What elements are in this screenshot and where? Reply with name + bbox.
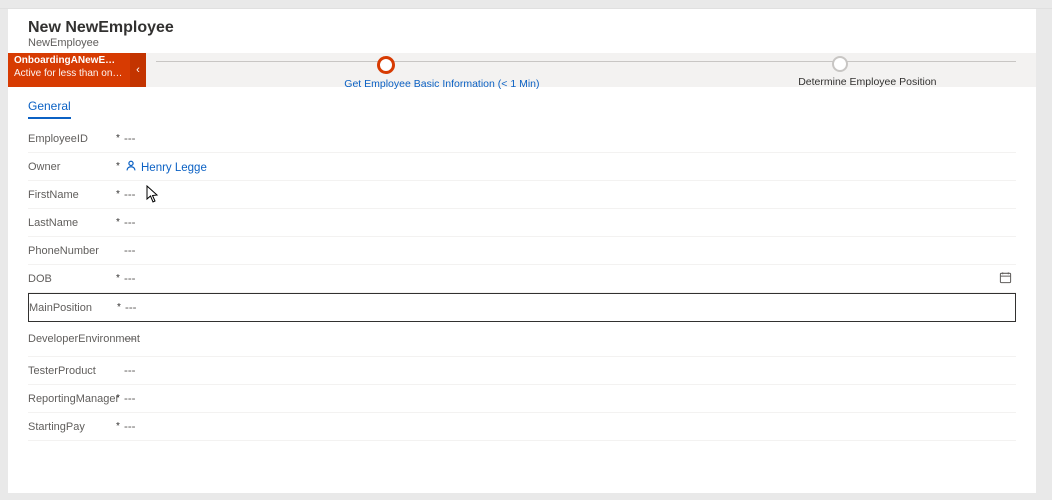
field-starting-pay[interactable]: StartingPay * --- bbox=[28, 413, 1016, 441]
field-label: LastName bbox=[28, 217, 112, 229]
stage-dot-icon bbox=[832, 56, 848, 72]
required-marker: * bbox=[113, 302, 125, 313]
field-label: EmployeeID bbox=[28, 133, 112, 145]
field-value[interactable]: --- bbox=[125, 302, 1015, 314]
stage-label: Get Employee Basic Information (< 1 Min) bbox=[344, 78, 428, 90]
field-value[interactable]: --- bbox=[124, 273, 1016, 285]
field-value[interactable]: --- bbox=[124, 133, 1016, 145]
field-phone-number[interactable]: PhoneNumber --- bbox=[28, 237, 1016, 265]
field-label: StartingPay bbox=[28, 421, 112, 433]
field-value[interactable]: --- bbox=[124, 189, 1016, 201]
bpf-chip-subtitle: Active for less than one mi… bbox=[14, 68, 124, 81]
field-label: MainPosition bbox=[29, 302, 113, 314]
entity-name: NewEmployee bbox=[28, 37, 1016, 49]
calendar-icon[interactable] bbox=[999, 271, 1012, 287]
field-label: ReportingManager bbox=[28, 393, 112, 405]
bpf-track-line bbox=[156, 61, 1016, 62]
required-marker: * bbox=[112, 217, 124, 228]
field-value[interactable]: --- bbox=[124, 245, 1016, 257]
business-process-flow: OnboardingANewEmplo… Active for less tha… bbox=[8, 53, 1036, 87]
app-top-strip bbox=[0, 0, 1052, 9]
field-label: DOB bbox=[28, 273, 112, 285]
field-dob[interactable]: DOB * --- bbox=[28, 265, 1016, 293]
required-marker: * bbox=[112, 161, 124, 172]
field-value[interactable]: --- bbox=[124, 333, 1016, 345]
tab-general[interactable]: General bbox=[28, 95, 71, 119]
field-employee-id[interactable]: EmployeeID * --- bbox=[28, 125, 1016, 153]
field-owner[interactable]: Owner * Henry Legge bbox=[28, 153, 1016, 181]
field-label: DeveloperEnvironment bbox=[28, 333, 112, 346]
field-label: TesterProduct bbox=[28, 365, 112, 377]
bpf-track: Get Employee Basic Information (< 1 Min)… bbox=[146, 53, 1036, 87]
field-main-position[interactable]: MainPosition * --- bbox=[28, 293, 1016, 322]
stage-label: Determine Employee Position bbox=[798, 76, 882, 88]
field-reporting-manager[interactable]: ReportingManager * --- bbox=[28, 385, 1016, 413]
bpf-stage-determine-position[interactable]: Determine Employee Position bbox=[798, 56, 882, 88]
field-tester-product[interactable]: TesterProduct --- bbox=[28, 357, 1016, 385]
field-developer-environment[interactable]: DeveloperEnvironment --- bbox=[28, 322, 1016, 357]
field-value[interactable]: --- bbox=[124, 365, 1016, 377]
field-value[interactable]: --- bbox=[124, 421, 1016, 433]
form-general: EmployeeID * --- Owner * Henry Legge Fir… bbox=[8, 119, 1036, 461]
header: New NewEmployee NewEmployee bbox=[8, 9, 1036, 53]
stage-dot-icon bbox=[377, 56, 395, 74]
required-marker: * bbox=[112, 421, 124, 432]
owner-name: Henry Legge bbox=[141, 162, 207, 174]
field-label: FirstName bbox=[28, 189, 112, 201]
person-icon bbox=[124, 159, 138, 173]
required-marker: * bbox=[112, 393, 124, 404]
field-value[interactable]: --- bbox=[124, 393, 1016, 405]
tab-bar: General bbox=[8, 87, 1036, 119]
field-first-name[interactable]: FirstName * --- bbox=[28, 181, 1016, 209]
page-title: New NewEmployee bbox=[28, 19, 1016, 37]
field-label: Owner bbox=[28, 161, 112, 173]
chevron-left-icon: ‹ bbox=[136, 64, 140, 76]
required-marker: * bbox=[112, 133, 124, 144]
bpf-active-stage-chip[interactable]: OnboardingANewEmplo… Active for less tha… bbox=[8, 53, 130, 87]
field-value[interactable]: --- bbox=[124, 217, 1016, 229]
bpf-chip-collapse[interactable]: ‹ bbox=[130, 53, 146, 87]
required-marker: * bbox=[112, 189, 124, 200]
bpf-stage-get-basic-info[interactable]: Get Employee Basic Information (< 1 Min) bbox=[344, 56, 428, 90]
field-label: PhoneNumber bbox=[28, 245, 112, 257]
field-value[interactable]: Henry Legge bbox=[124, 159, 1016, 174]
field-last-name[interactable]: LastName * --- bbox=[28, 209, 1016, 237]
required-marker: * bbox=[112, 273, 124, 284]
record-page: New NewEmployee NewEmployee OnboardingAN… bbox=[8, 9, 1036, 493]
bpf-chip-title: OnboardingANewEmplo… bbox=[14, 55, 124, 68]
